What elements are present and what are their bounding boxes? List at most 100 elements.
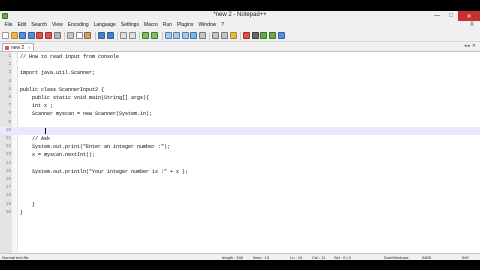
code-line[interactable]: 4: [0, 78, 480, 86]
code-text[interactable]: x = myscan.nextInt();: [20, 151, 95, 159]
zoom-in-icon[interactable]: [142, 32, 150, 39]
code-line[interactable]: 16: [0, 176, 480, 184]
code-line[interactable]: 20}: [0, 209, 480, 217]
menu-bar: File Edit Search View Encoding Language …: [0, 21, 480, 30]
line-number: 13: [5, 152, 11, 158]
tab-new-2[interactable]: new 2 x: [2, 43, 35, 51]
code-line[interactable]: 14: [0, 160, 480, 168]
code-line[interactable]: 13 x = myscan.nextInt();: [0, 151, 480, 159]
code-text[interactable]: [20, 127, 32, 135]
new-file-icon[interactable]: [2, 32, 9, 39]
menu-plugins[interactable]: Plugins: [175, 21, 196, 30]
line-number: 3: [8, 70, 11, 76]
line-number: 15: [5, 168, 11, 174]
run-macro-multiple-icon[interactable]: [269, 32, 277, 39]
tab-close-icon[interactable]: x: [28, 45, 30, 50]
doc-map-icon[interactable]: [212, 32, 220, 39]
menu-settings[interactable]: Settings: [118, 21, 141, 30]
code-text[interactable]: // How to read input from console: [20, 53, 119, 61]
code-line[interactable]: 11 // Ask: [0, 135, 480, 143]
window-title: *new 2 - Notepad++: [213, 12, 267, 18]
menu-macro[interactable]: Macro: [141, 21, 160, 30]
code-line[interactable]: 6 public static void main(String[] args)…: [0, 94, 480, 102]
text-caret: [45, 127, 46, 134]
menu-edit[interactable]: Edit: [15, 21, 29, 30]
code-text[interactable]: System.out.print("Enter an integer numbe…: [20, 143, 170, 151]
code-line[interactable]: 9: [0, 119, 480, 127]
toolbar: [0, 30, 480, 42]
menu-run[interactable]: Run: [160, 21, 174, 30]
editor-area[interactable]: 1 // How to read input from console 2 3 impo…: [0, 51, 480, 253]
save-all-icon[interactable]: [27, 32, 35, 39]
close-button[interactable]: ✕: [458, 11, 480, 21]
close-file-icon[interactable]: [36, 32, 44, 39]
code-line[interactable]: 8 Scanner myscan = new Scanner(System.in…: [0, 110, 480, 118]
play-macro-icon[interactable]: [260, 32, 268, 39]
maximize-button[interactable]: □: [444, 11, 458, 21]
menu-window[interactable]: Window: [196, 21, 219, 30]
show-all-chars-icon[interactable]: [190, 32, 198, 39]
code-line[interactable]: 18: [0, 192, 480, 200]
code-line[interactable]: 17: [0, 184, 480, 192]
code-text[interactable]: import java.util.Scanner;: [20, 69, 95, 77]
record-macro-icon[interactable]: [243, 32, 251, 39]
code-line[interactable]: 5 public class ScannerInput2 {: [0, 86, 480, 94]
code-line[interactable]: 1 // How to read input from console: [0, 53, 480, 61]
toolbar-separator: [64, 31, 66, 40]
menu-language[interactable]: Language: [91, 21, 118, 30]
code-line[interactable]: 2: [0, 61, 480, 69]
menu-file[interactable]: File: [2, 21, 15, 30]
code-text[interactable]: }: [20, 209, 23, 217]
print-icon[interactable]: [53, 32, 61, 39]
tab-bar: new 2 x ◂ ▸ ✕: [0, 42, 480, 51]
folder-workspace-icon[interactable]: [229, 32, 237, 39]
word-wrap-icon[interactable]: [181, 32, 189, 39]
code-text[interactable]: Scanner myscan = new Scanner(System.in);: [20, 110, 152, 118]
close-document-x[interactable]: X: [470, 22, 474, 28]
replace-icon[interactable]: [128, 32, 136, 39]
status-bar: Normal text file length : 348 lines : 13…: [0, 253, 480, 260]
indent-guide-icon[interactable]: [198, 32, 206, 39]
title-bar[interactable]: *new 2 - Notepad++ — □ ✕: [0, 11, 480, 21]
tab-scroll-arrows[interactable]: ◂ ▸ ✕: [464, 43, 476, 49]
sync-vertical-icon[interactable]: [164, 32, 172, 39]
code-text[interactable]: public class ScannerInput2 {: [20, 86, 104, 94]
code-text[interactable]: int x ;: [20, 102, 53, 110]
line-number: 12: [5, 144, 11, 150]
code-line[interactable]: 7 int x ;: [0, 102, 480, 110]
code-text[interactable]: // Ask: [20, 135, 50, 143]
zoom-out-icon[interactable]: [150, 32, 158, 39]
cut-icon[interactable]: [67, 32, 75, 39]
undo-icon[interactable]: [97, 32, 105, 39]
copy-icon[interactable]: [75, 32, 83, 39]
tab-label: new 2: [11, 44, 25, 51]
function-list-icon[interactable]: [221, 32, 229, 39]
line-number: 16: [5, 177, 11, 182]
menu-help[interactable]: ?: [219, 21, 227, 30]
paste-icon[interactable]: [84, 32, 92, 39]
redo-icon[interactable]: [106, 32, 114, 39]
save-icon[interactable]: [19, 32, 27, 39]
line-number: 11: [5, 136, 11, 141]
code-text[interactable]: System.out.println("Your integer number …: [20, 168, 188, 176]
find-icon[interactable]: [120, 32, 128, 39]
sync-horizontal-icon[interactable]: [173, 32, 181, 39]
toolbar-separator: [209, 31, 211, 40]
minimize-button[interactable]: —: [430, 11, 444, 21]
menu-search[interactable]: Search: [29, 21, 50, 30]
line-number: 10: [5, 127, 11, 133]
open-file-icon[interactable]: [10, 32, 18, 39]
code-text[interactable]: public static void main(String[] args){: [20, 94, 149, 102]
code-line[interactable]: 10: [0, 126, 480, 135]
menu-encoding[interactable]: Encoding: [65, 21, 91, 30]
code-line[interactable]: 3 import java.util.Scanner;: [0, 69, 480, 77]
save-macro-icon[interactable]: [277, 32, 285, 39]
code-line[interactable]: 19 }: [0, 201, 480, 209]
code-line[interactable]: 15 System.out.println("Your integer numb…: [0, 168, 480, 176]
stop-macro-icon[interactable]: [251, 32, 259, 39]
toolbar-separator: [240, 31, 242, 40]
code-text[interactable]: }: [20, 201, 35, 209]
code-line[interactable]: 12 System.out.print("Enter an integer nu…: [0, 143, 480, 151]
close-all-icon[interactable]: [44, 32, 52, 39]
menu-view[interactable]: View: [50, 21, 66, 30]
